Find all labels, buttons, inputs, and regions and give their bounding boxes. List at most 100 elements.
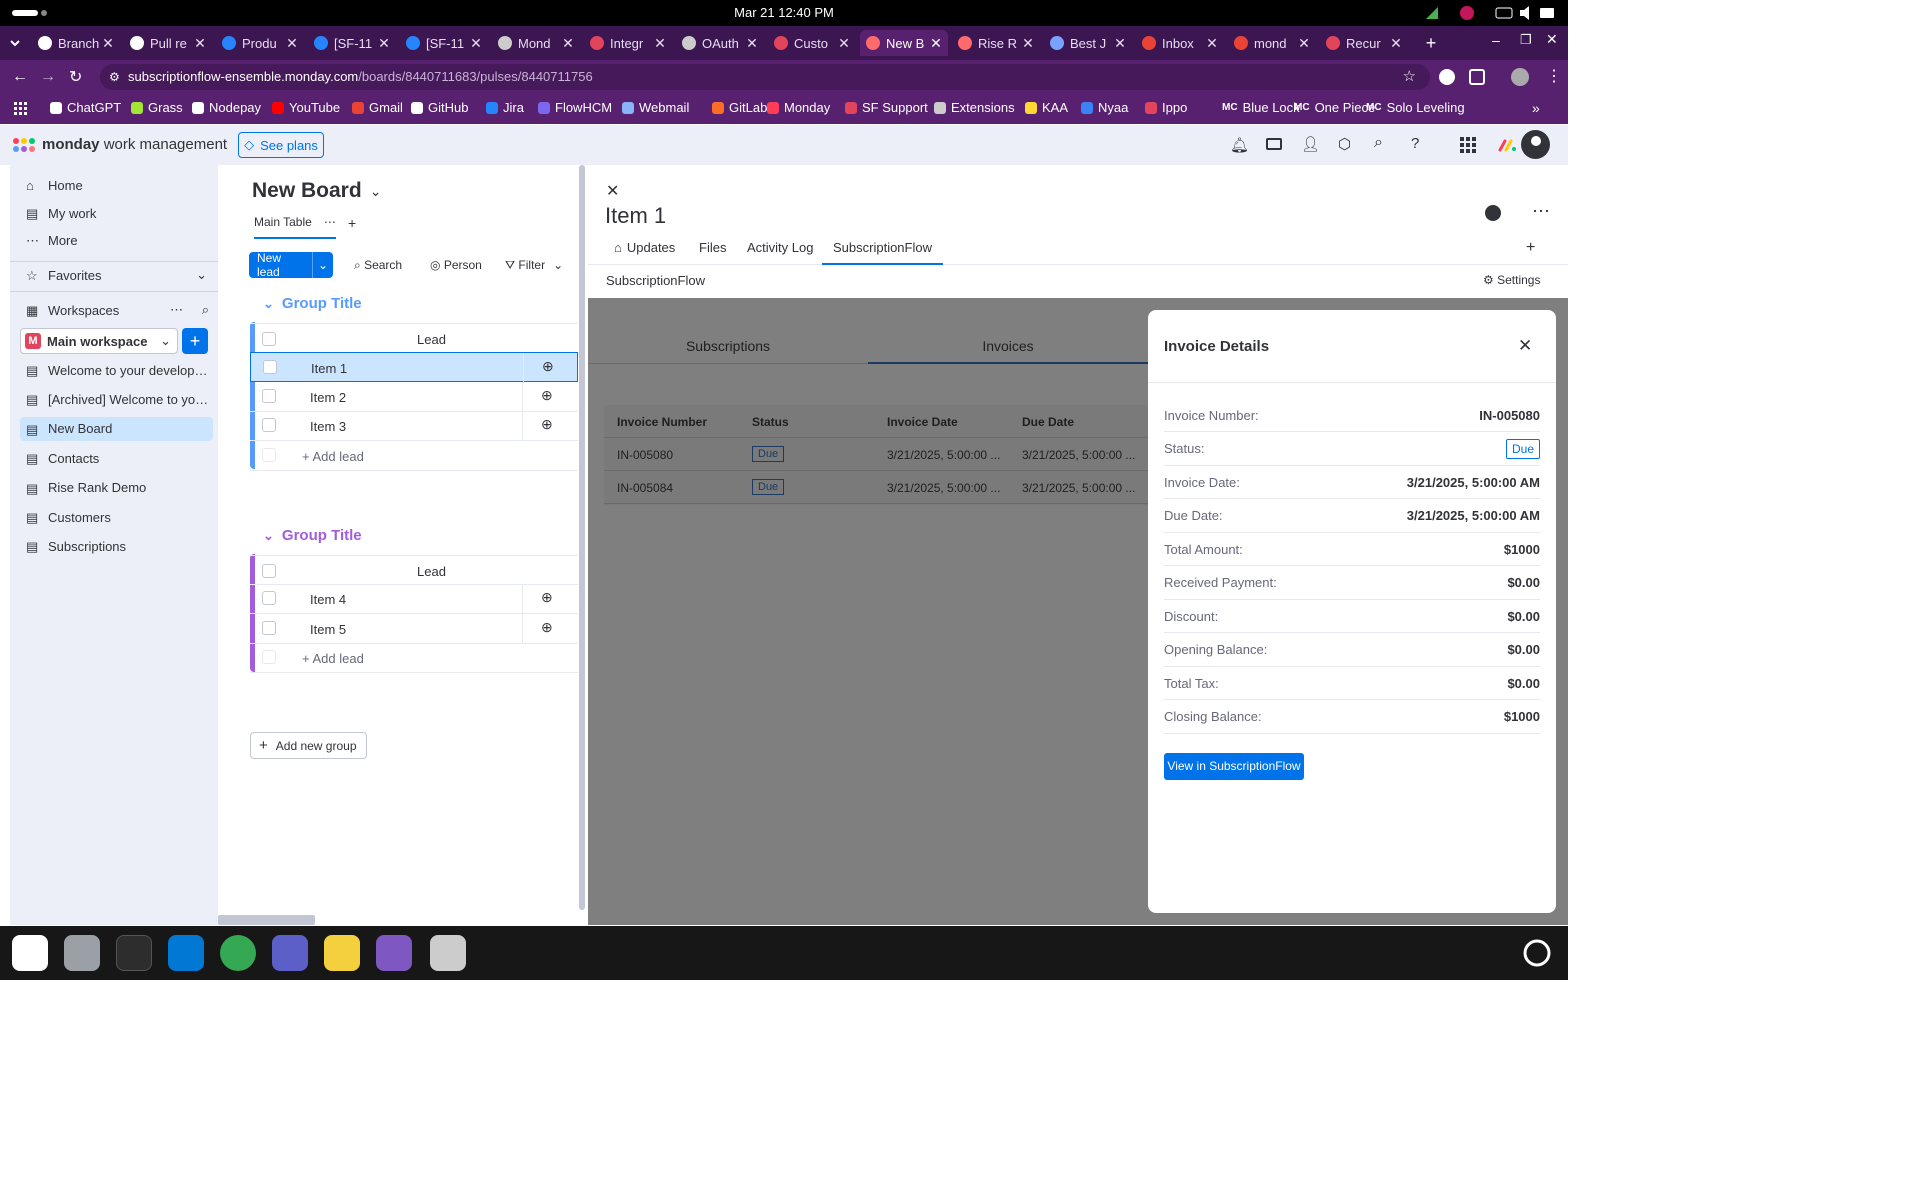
close-tab-icon[interactable]: ✕ [1296,35,1312,52]
tab-activity-log[interactable]: Activity Log [747,240,813,255]
network-icon[interactable] [1425,6,1439,20]
workspace-selector[interactable]: M Main workspace ⌄ [20,328,178,354]
files-icon[interactable] [64,935,100,971]
add-update-icon[interactable]: ⊕ [541,589,553,606]
subtab-invoices[interactable]: Invoices [868,328,1148,364]
close-tab-icon[interactable]: ✕ [560,35,576,52]
bookmark-star-icon[interactable]: ☆ [1403,64,1416,90]
close-tab-icon[interactable]: ✕ [1204,35,1220,52]
integrations-icon[interactable]: ⬡ [1338,135,1351,153]
browser-tab[interactable]: Mond ✕ [492,30,580,56]
close-icon[interactable]: ✕ [1518,336,1532,356]
tab-files[interactable]: Files [699,240,726,255]
group-title[interactable]: ⌄ Group Title [263,295,362,312]
close-panel-icon[interactable]: ✕ [606,181,619,201]
system-tray-icons[interactable] [1494,5,1560,21]
teams-icon[interactable] [272,935,308,971]
table-row[interactable]: IN-005084 Due 3/21/2025, 5:00:00 ... 3/21/2… [604,471,1164,504]
close-tab-icon[interactable]: ✕ [468,35,484,52]
close-tab-icon[interactable]: ✕ [376,35,392,52]
extension-icon[interactable] [1439,69,1455,85]
group-title[interactable]: ⌄ Group Title [263,527,362,544]
item-name[interactable]: Item 5 [310,622,346,637]
bookmark-item[interactable]: Gmail [352,100,403,115]
close-tab-icon[interactable]: ✕ [284,35,300,52]
bookmark-item[interactable]: GitHub [411,100,468,115]
site-info-icon[interactable]: ⚙ [109,64,120,90]
close-tab-icon[interactable]: ✕ [928,35,944,52]
browser-tab[interactable]: New B ✕ [860,30,948,56]
user-avatar[interactable] [1521,130,1550,159]
bookmark-item[interactable]: GitLab [712,100,767,115]
dock-app-icon[interactable] [12,935,48,971]
item-title[interactable]: Item 1 [605,203,666,229]
close-tab-icon[interactable]: ✕ [652,35,668,52]
item-options-icon[interactable]: ⋯ [1532,201,1550,222]
tab-subscriptionflow[interactable]: SubscriptionFlow [822,240,943,265]
minimize-window-button[interactable]: – [1492,32,1500,48]
invite-members-icon[interactable]: 👤︎ [1301,135,1320,153]
bookmark-item[interactable]: Nodepay [192,100,261,115]
tab-updates[interactable]: ⌂ Updates [614,240,675,255]
sidebar-favorites[interactable]: ☆ Favorites ⌄ [20,263,213,287]
item-name[interactable]: Item 2 [310,390,346,405]
add-new-group-button[interactable]: + Add new group [250,732,367,759]
forward-icon[interactable]: → [40,68,56,86]
add-update-icon[interactable]: ⊕ [541,387,553,404]
app-switcher-icon[interactable] [1460,137,1476,153]
browser-tab[interactable]: Branch ✕ [32,30,120,56]
sidebar-item-board[interactable]: ▤ New Board [20,416,213,441]
table-row[interactable]: Item 4 ⊕ [250,584,578,615]
monday-logo-icon[interactable] [12,137,36,153]
extensions-puzzle-icon[interactable] [1469,69,1485,85]
browser-tab[interactable]: mond ✕ [1228,30,1316,56]
close-tab-icon[interactable]: ✕ [1020,35,1036,52]
apps-grid-icon[interactable] [14,102,28,116]
sidebar-item-home[interactable]: ⌂ Home [20,173,213,197]
trash-icon[interactable] [430,935,466,971]
workspace-search-icon[interactable]: ⌕ [202,302,209,318]
browser-tab[interactable]: Pull re ✕ [124,30,212,56]
person-filter-button[interactable]: ◎ Person [430,258,482,272]
vscode-icon[interactable] [168,935,204,971]
new-tab-button[interactable]: + [1422,34,1440,52]
close-tab-icon[interactable]: ✕ [1112,35,1128,52]
browser-tab[interactable]: Inbox ✕ [1136,30,1224,56]
browser-tab[interactable]: Rise R ✕ [952,30,1040,56]
row-checkbox[interactable] [262,620,276,635]
bookmark-item[interactable]: KAA [1025,100,1068,115]
add-view-button[interactable]: + [348,215,356,231]
sidebar-item-board[interactable]: ▤ Contacts [20,446,213,470]
table-row[interactable]: Item 5 ⊕ [250,613,578,644]
add-item-button[interactable]: + [182,328,208,354]
item-name[interactable]: Item 4 [310,592,346,607]
add-update-icon[interactable]: ⊕ [542,358,554,375]
system-clock[interactable]: Mar 21 12:40 PM [0,5,1568,20]
sidebar-item-board[interactable]: ▤ Welcome to your developer ... [20,358,213,382]
sidebar-item-board[interactable]: ▤ Rise Rank Demo [20,476,213,500]
add-lead-link[interactable]: + Add lead [302,651,364,666]
view-options-icon[interactable]: ⋯ [324,215,336,229]
tab-search-icon[interactable] [8,36,22,50]
bookmark-item[interactable]: Grass [131,100,183,115]
sidebar-item-board[interactable]: ▤ Subscriptions [20,534,213,558]
new-lead-button[interactable]: New lead ⌄ [249,251,333,279]
browser-tab[interactable]: Recur ✕ [1320,30,1408,56]
workspace-options-icon[interactable]: ⋯ [170,302,183,318]
bookmark-item[interactable]: Webmail [622,100,689,115]
add-lead-link[interactable]: + Add lead [302,449,364,464]
horizontal-scrollbar[interactable] [218,915,315,925]
close-tab-icon[interactable]: ✕ [100,35,116,52]
app-brand[interactable]: monday work management [42,136,227,153]
app-indicator-icon[interactable] [1460,6,1474,20]
close-window-button[interactable]: ✕ [1546,31,1558,48]
browser-tab[interactable]: Custo ✕ [768,30,856,56]
chrome-icon[interactable] [220,935,256,971]
item-name[interactable]: Item 3 [310,419,346,434]
bookmark-item[interactable]: FlowHCM [538,100,612,115]
inbox-icon[interactable] [1266,138,1282,150]
close-tab-icon[interactable]: ✕ [1388,35,1404,52]
notifications-bell-icon[interactable]: 🔔︎ [1230,136,1249,154]
see-plans-button[interactable]: ◇ See plans [238,132,324,158]
bookmark-item[interactable]: SF Support [845,100,928,115]
